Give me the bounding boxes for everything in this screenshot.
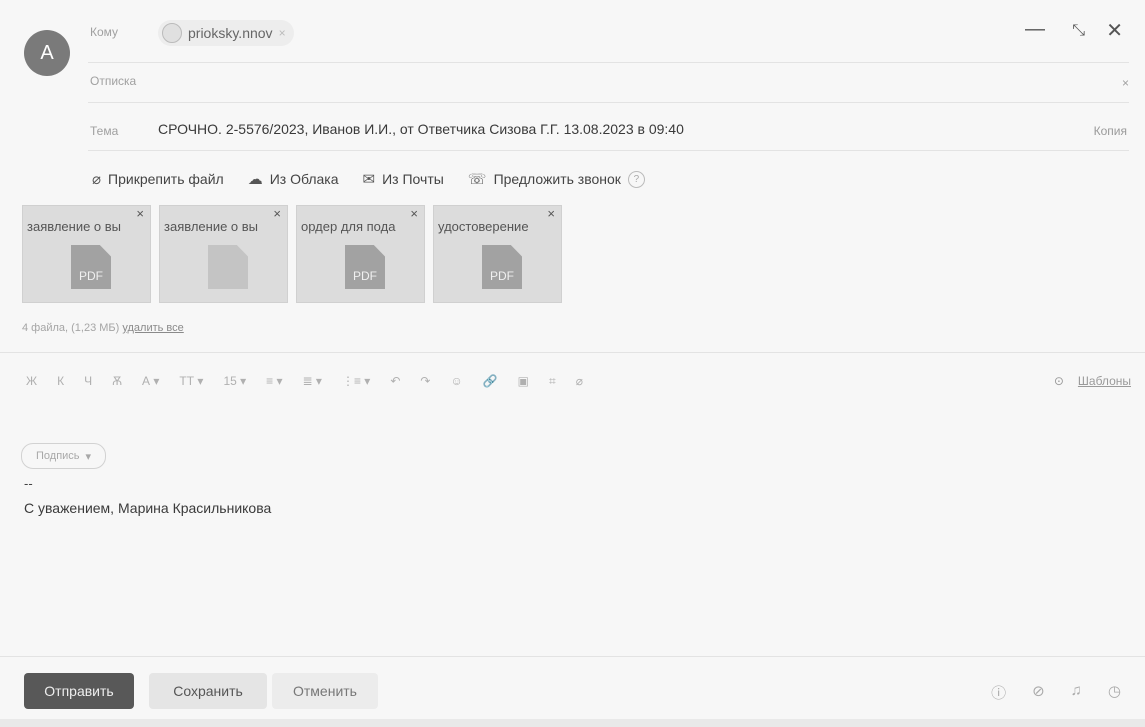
table-button[interactable]: ⌗: [549, 374, 556, 389]
cloud-icon: ☁: [247, 171, 263, 188]
schedule-clock-icon[interactable]: ◷: [1108, 682, 1121, 703]
offer-call-button[interactable]: ☏ Предложить звонок ?: [468, 170, 645, 188]
font-family-button[interactable]: ТТ ▾: [179, 374, 203, 389]
divider: [88, 150, 1129, 151]
signature-select-button[interactable]: Подпись ▾: [21, 443, 107, 469]
notify-icon[interactable]: ⊘: [1032, 682, 1045, 703]
attachments-list: заявление о вы × PDF заявление о вы × ор…: [22, 205, 562, 303]
recipient-remove-icon[interactable]: ×: [279, 26, 286, 40]
from-close-icon[interactable]: ×: [1122, 76, 1129, 90]
attachment-tile[interactable]: заявление о вы × PDF: [22, 205, 151, 303]
delete-all-link[interactable]: удалить все: [122, 322, 183, 334]
from-mail-label: Из Почты: [382, 171, 444, 187]
attachment-tile[interactable]: ордер для пода × PDF: [296, 205, 425, 303]
attachment-name: ордер для пода: [301, 219, 396, 234]
line-spacing-button[interactable]: ≣ ▾: [303, 374, 322, 389]
window-bottom-edge: [0, 719, 1145, 727]
mail-icon: ✉: [362, 171, 376, 188]
paperclip-icon: ⌀: [92, 171, 102, 188]
redo-button[interactable]: ↷: [420, 374, 430, 389]
pdf-file-icon: PDF: [71, 245, 111, 289]
compose-window: A Кому prioksky.nnov × — ⤡ ✕ Отписка × Т…: [0, 0, 1145, 727]
from-cloud-label: Из Облака: [269, 171, 339, 187]
attach-file-label: Прикрепить файл: [108, 171, 224, 187]
insert-link-button[interactable]: 🔗: [483, 374, 498, 389]
attach-file-button[interactable]: ⌀ Прикрепить файл: [92, 170, 224, 188]
italic-button[interactable]: К: [57, 374, 64, 389]
send-button[interactable]: Отправить: [24, 673, 134, 709]
signature-text[interactable]: С уважением, Марина Красильникова: [24, 500, 271, 516]
list-button[interactable]: ⋮≡ ▾: [342, 374, 370, 389]
insert-image-button[interactable]: ▣: [518, 374, 529, 389]
offer-call-label: Предложить звонок: [493, 171, 621, 187]
signature-separator: --: [24, 476, 33, 491]
attachment-name: заявление о вы: [27, 219, 122, 234]
templates-button[interactable]: ⊙ Шаблоны: [1054, 374, 1131, 388]
undo-button[interactable]: ↶: [390, 374, 400, 389]
remove-attachment-icon[interactable]: ×: [136, 206, 144, 221]
close-button[interactable]: ✕: [1106, 18, 1123, 43]
templates-label: Шаблоны: [1077, 374, 1131, 388]
attachment-name: заявление о вы: [164, 219, 259, 234]
strikethrough-button[interactable]: Ѫ: [112, 374, 122, 389]
remove-attachment-icon[interactable]: ×: [547, 206, 555, 221]
bold-button[interactable]: Ж: [26, 374, 37, 389]
remove-attachment-icon[interactable]: ×: [410, 206, 418, 221]
attachments-size: 4 файла, (1,23 МБ): [22, 322, 120, 334]
chevron-down-icon: ▾: [85, 450, 92, 463]
divider: [0, 656, 1145, 657]
font-size-button[interactable]: 15 ▾: [223, 374, 246, 389]
minimize-button[interactable]: —: [1025, 18, 1045, 41]
cancel-button[interactable]: Отменить: [272, 673, 378, 709]
remove-attachment-icon[interactable]: ×: [273, 206, 281, 221]
subject-input[interactable]: СРОЧНО. 2-5576/2023, Иванов И.И., от Отв…: [158, 121, 684, 137]
expand-button[interactable]: ⤡: [1072, 22, 1085, 40]
signature-select-label: Подпись: [36, 450, 80, 462]
video-call-icon: ☏: [467, 171, 487, 188]
align-button[interactable]: ≡ ▾: [266, 374, 282, 389]
attachments-summary: 4 файла, (1,23 МБ) удалить все: [22, 322, 184, 334]
text-color-button[interactable]: А ▾: [142, 374, 159, 389]
footer-actions: ⓘ ⊘ ♫ ◷: [991, 682, 1121, 703]
save-button[interactable]: Сохранить: [149, 673, 267, 709]
document-file-icon: [208, 245, 248, 289]
subject-label: Тема: [90, 124, 119, 138]
from-mail-button[interactable]: ✉ Из Почты: [363, 170, 444, 188]
help-icon[interactable]: ?: [627, 170, 645, 188]
templates-icon: ⊙: [1053, 374, 1064, 388]
attachment-tile[interactable]: заявление о вы ×: [159, 205, 288, 303]
attach-toolbar: ⌀ Прикрепить файл ☁ Из Облака ✉ Из Почты…: [92, 170, 645, 188]
attachment-name: удостоверение: [438, 219, 529, 234]
emoji-button[interactable]: ☺: [450, 374, 462, 389]
pdf-file-icon: PDF: [345, 245, 385, 289]
reminder-bell-icon[interactable]: ♫: [1071, 682, 1082, 703]
to-label: Кому: [90, 25, 119, 39]
recipient-chip[interactable]: prioksky.nnov ×: [158, 20, 294, 46]
important-icon[interactable]: ⓘ: [991, 682, 1006, 703]
pdf-file-icon: PDF: [482, 245, 522, 289]
divider: [88, 102, 1129, 103]
copy-link[interactable]: Копия: [1094, 124, 1127, 138]
format-toolbar: Ж К Ч Ѫ А ▾ ТТ ▾ 15 ▾ ≡ ▾ ≣ ▾ ⋮≡ ▾ ↶ ↷ ☺…: [26, 374, 583, 389]
attachment-tile[interactable]: удостоверение × PDF: [433, 205, 562, 303]
divider: [0, 352, 1145, 353]
from-label: Отписка: [90, 74, 137, 88]
avatar: A: [24, 30, 70, 76]
underline-button[interactable]: Ч: [84, 374, 92, 389]
recipient-avatar-icon: [162, 23, 182, 43]
recipient-address: prioksky.nnov: [188, 25, 273, 41]
from-cloud-button[interactable]: ☁ Из Облака: [248, 170, 339, 188]
clear-format-button[interactable]: ⌀: [576, 374, 583, 389]
divider: [88, 62, 1129, 63]
